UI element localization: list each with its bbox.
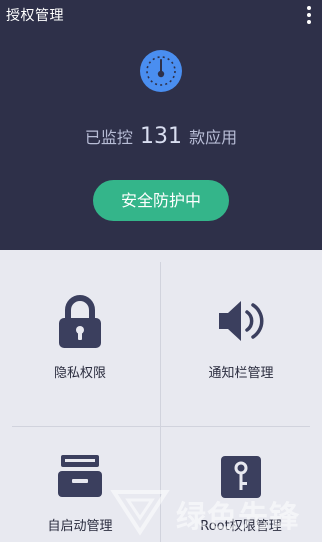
monitored-apps-summary: 已监控 131 款应用 — [0, 118, 322, 157]
tile-root-management[interactable]: Root权限管理 — [161, 427, 321, 542]
app-screen: 授权管理 已监控 131 款应用 安全防护中 隐私权限 通知栏管理 自启动管理 … — [0, 0, 322, 542]
tile-notification-management[interactable]: 通知栏管理 — [161, 250, 321, 426]
monitored-count: 131 — [140, 124, 182, 149]
tile-label: Root权限管理 — [200, 519, 282, 534]
gauge-icon — [140, 50, 182, 92]
speaker-icon — [219, 301, 264, 341]
tile-label: 自启动管理 — [47, 519, 113, 534]
tile-label: 通知栏管理 — [208, 366, 274, 381]
page-title: 授权管理 — [6, 8, 64, 24]
more-vert-icon[interactable] — [304, 4, 314, 26]
tile-autostart-management[interactable]: 自启动管理 — [0, 427, 160, 542]
tile-privacy-permissions[interactable]: 隐私权限 — [0, 250, 160, 426]
header-panel: 授权管理 已监控 131 款应用 安全防护中 — [0, 0, 322, 250]
monitored-suffix: 款应用 — [189, 128, 238, 147]
monitored-prefix: 已监控 — [84, 128, 133, 147]
feature-grid: 隐私权限 通知栏管理 自启动管理 Root权限管理 绿色先锋 — [0, 250, 322, 542]
protection-status-button[interactable]: 安全防护中 — [93, 180, 229, 221]
drawer-icon — [58, 455, 102, 497]
key-doc-icon — [221, 456, 261, 498]
tile-label: 隐私权限 — [53, 366, 106, 381]
lock-icon — [59, 295, 101, 348]
